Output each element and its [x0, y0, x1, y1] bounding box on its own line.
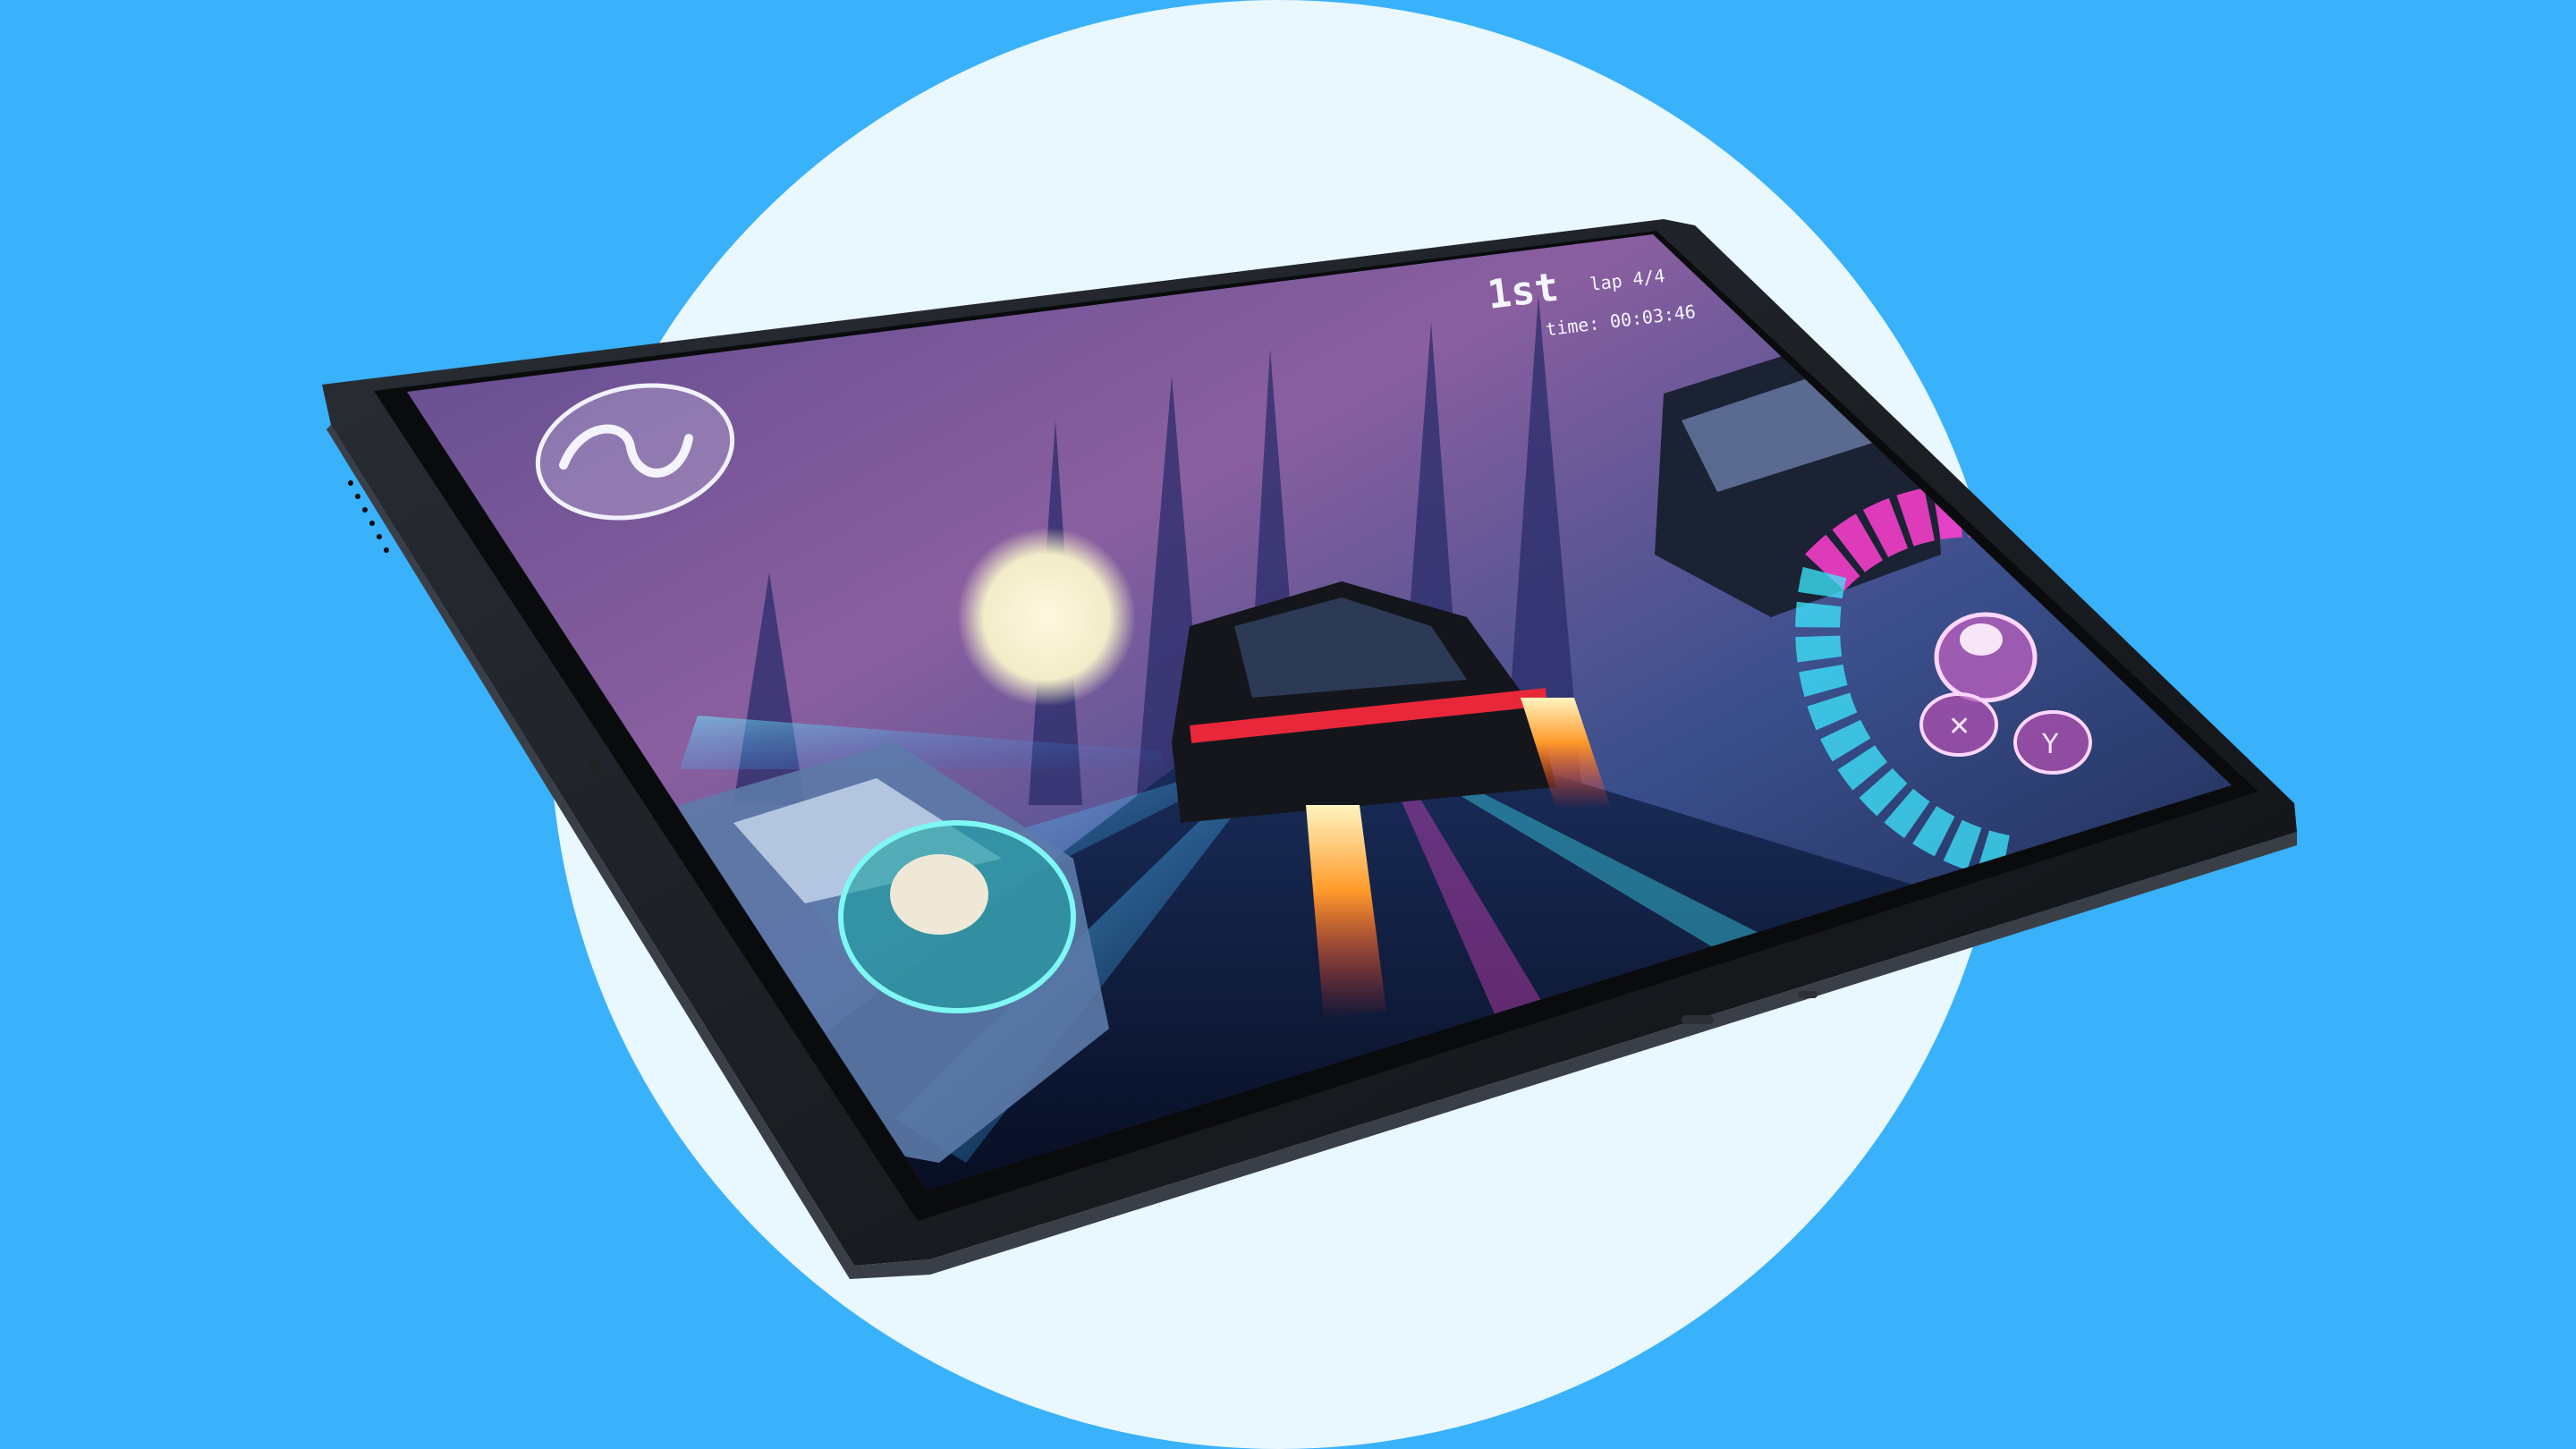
front-camera-icon: [589, 760, 601, 773]
action-button-y[interactable]: Y: [2013, 710, 2092, 775]
power-button[interactable]: [1798, 991, 1818, 998]
usb-port: [1682, 1015, 1714, 1024]
svg-text:✕: ✕: [1948, 711, 1970, 742]
svg-text:Y: Y: [2041, 729, 2059, 760]
moon: [957, 528, 1136, 707]
tablet: 1st lap 4/4 time: 00:03:46 ✕ Y: [322, 219, 2297, 1279]
stage: 1st lap 4/4 time: 00:03:46 ✕ Y: [0, 0, 2576, 1449]
joystick-thumb-icon[interactable]: [838, 820, 1076, 1013]
action-button-top[interactable]: [1934, 612, 2038, 703]
action-button-x[interactable]: ✕: [1919, 692, 1998, 757]
race-position: 1st: [1485, 265, 1561, 318]
